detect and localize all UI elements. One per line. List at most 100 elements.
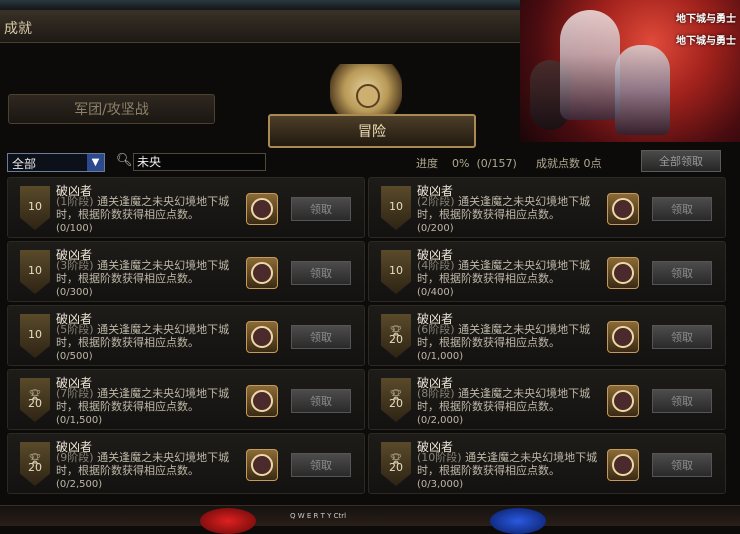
achievement-stage: (6阶段)	[417, 323, 455, 336]
achievement-progress: (0/1,000)	[417, 351, 464, 362]
achievement-progress: (0/2,000)	[417, 415, 464, 426]
tab-legion-siege[interactable]: 军团/攻坚战	[8, 94, 215, 124]
progress-percent: 0%	[452, 157, 470, 170]
claim-button[interactable]: 领取	[652, 197, 712, 221]
achievement-desc: (7阶段) 通关逢魔之未央幻境地下城时，根据阶数获得相应点数。	[56, 387, 246, 413]
reward-medal-icon[interactable]	[246, 193, 278, 225]
badge-points: 10	[28, 263, 42, 277]
promo-banner[interactable]: 地下城与勇士 地下城与勇士	[520, 0, 740, 142]
achievement-stage: (7阶段)	[56, 387, 94, 400]
achievement-card: 10 破凶者 (4阶段) 通关逢魔之未央幻境地下城时，根据阶数获得相应点数。 (0/4…	[368, 241, 726, 302]
badge-points: 10	[28, 327, 42, 341]
achievement-badge-icon: 10	[20, 250, 50, 294]
achievement-progress: (0/1,500)	[56, 415, 103, 426]
claim-button[interactable]: 领取	[652, 325, 712, 349]
reward-medal-icon[interactable]	[607, 193, 639, 225]
claim-button[interactable]: 领取	[291, 197, 351, 221]
achievement-desc: (9阶段) 通关逢魔之未央幻境地下城时，根据阶数获得相应点数。	[56, 451, 246, 477]
achievement-card: 10 破凶者 (2阶段) 通关逢魔之未央幻境地下城时，根据阶数获得相应点数。 (0/2…	[368, 177, 726, 238]
badge-points: 10	[28, 199, 42, 213]
achievement-card: 🏆︎ 20 破凶者 (9阶段) 通关逢魔之未央幻境地下城时，根据阶数获得相应点数。 (0…	[7, 433, 365, 494]
achievement-progress: (0/200)	[417, 223, 454, 234]
achievement-desc: (6阶段) 通关逢魔之未央幻境地下城时，根据阶数获得相应点数。	[417, 323, 607, 349]
achievement-progress: (0/500)	[56, 351, 93, 362]
progress-count: (0/157)	[476, 157, 517, 170]
claim-button[interactable]: 领取	[291, 453, 351, 477]
reward-medal-icon[interactable]	[246, 321, 278, 353]
achievement-progress: (0/3,000)	[417, 479, 464, 490]
banner-figure-icon	[560, 10, 620, 120]
window-titlebar: 成就	[0, 10, 520, 43]
achievement-card: 🏆︎ 20 破凶者 (7阶段) 通关逢魔之未央幻境地下城时，根据阶数获得相应点数。 (0…	[7, 369, 365, 430]
achievement-badge-icon: 10	[381, 186, 411, 230]
hotkey-labels: Q W E R T Y Ctrl	[290, 512, 347, 520]
claim-button[interactable]: 领取	[291, 389, 351, 413]
achievement-card: 🏆︎ 20 破凶者 (8阶段) 通关逢魔之未央幻境地下城时，根据阶数获得相应点数。 (0…	[368, 369, 726, 430]
category-select[interactable]: 全部 ▼	[7, 153, 105, 172]
game-logo: 地下城与勇士	[676, 36, 736, 47]
window-title: 成就	[4, 21, 32, 37]
badge-points: 20	[389, 396, 403, 410]
achievement-stage: (1阶段)	[56, 195, 94, 208]
banner-figure-icon	[615, 45, 670, 135]
achievement-progress: (0/300)	[56, 287, 93, 298]
search-input[interactable]: 未央	[133, 153, 266, 171]
achievement-badge-icon: 10	[20, 186, 50, 230]
claim-button[interactable]: 领取	[652, 389, 712, 413]
points-text: 成就点数 0点	[536, 155, 602, 171]
achievement-desc: (10阶段) 通关逢魔之未央幻境地下城时，根据阶数获得相应点数。	[417, 451, 607, 477]
reward-medal-icon[interactable]	[246, 449, 278, 481]
reward-medal-icon[interactable]	[246, 385, 278, 417]
claim-button[interactable]: 领取	[652, 261, 712, 285]
reward-medal-icon[interactable]	[607, 321, 639, 353]
chevron-down-icon[interactable]: ▼	[87, 154, 104, 171]
tab-adventure[interactable]: 冒险	[268, 114, 476, 148]
game-hotbar: Q W E R T Y Ctrl	[0, 505, 740, 534]
achievement-desc: (5阶段) 通关逢魔之未央幻境地下城时，根据阶数获得相应点数。	[56, 323, 246, 349]
achievement-progress: (0/400)	[417, 287, 454, 298]
points-label: 成就点数	[536, 157, 580, 170]
badge-points: 20	[389, 460, 403, 474]
game-logo: 地下城与勇士	[676, 14, 736, 25]
achievement-stage: (10阶段)	[417, 451, 462, 464]
claim-all-button[interactable]: 全部领取	[641, 150, 721, 172]
achievement-progress: (0/100)	[56, 223, 93, 234]
claim-button[interactable]: 领取	[291, 325, 351, 349]
mp-orb-icon	[490, 508, 546, 534]
achievement-badge-icon: 🏆︎ 20	[381, 314, 411, 358]
progress-label: 进度	[416, 157, 438, 170]
achievement-badge-icon: 🏆︎ 20	[20, 378, 50, 422]
search-icon: 🔍︎	[116, 153, 133, 168]
achievement-badge-icon: 10	[20, 314, 50, 358]
claim-button[interactable]: 领取	[291, 261, 351, 285]
reward-medal-icon[interactable]	[607, 385, 639, 417]
achievement-card: 10 破凶者 (3阶段) 通关逢魔之未央幻境地下城时，根据阶数获得相应点数。 (0/3…	[7, 241, 365, 302]
achievement-stage: (3阶段)	[56, 259, 94, 272]
achievement-desc: (1阶段) 通关逢魔之未央幻境地下城时，根据阶数获得相应点数。	[56, 195, 246, 221]
reward-medal-icon[interactable]	[607, 449, 639, 481]
badge-points: 10	[389, 263, 403, 277]
achievement-badge-icon: 🏆︎ 20	[381, 442, 411, 486]
badge-points: 20	[28, 396, 42, 410]
filter-toolbar: 全部 ▼ 🔍︎ 未央 进度 0% (0/157) 成就点数 0点 全部领取	[0, 150, 740, 174]
achievement-badge-icon: 🏆︎ 20	[381, 378, 411, 422]
achievement-badge-icon: 🏆︎ 20	[20, 442, 50, 486]
reward-medal-icon[interactable]	[607, 257, 639, 289]
achievement-card: 10 破凶者 (1阶段) 通关逢魔之未央幻境地下城时，根据阶数获得相应点数。 (0/1…	[7, 177, 365, 238]
achievement-desc: (8阶段) 通关逢魔之未央幻境地下城时，根据阶数获得相应点数。	[417, 387, 607, 413]
achievement-stage: (2阶段)	[417, 195, 455, 208]
achievement-card: 🏆︎ 20 破凶者 (10阶段) 通关逢魔之未央幻境地下城时，根据阶数获得相应点数。(…	[368, 433, 726, 494]
achievement-stage: (5阶段)	[56, 323, 94, 336]
achievement-stage: (8阶段)	[417, 387, 455, 400]
achievement-badge-icon: 10	[381, 250, 411, 294]
points-value: 0点	[583, 157, 602, 170]
hp-orb-icon	[200, 508, 256, 534]
progress-text: 进度 0% (0/157)	[416, 155, 517, 171]
achievement-stage: (4阶段)	[417, 259, 455, 272]
achievement-progress: (0/2,500)	[56, 479, 103, 490]
achievement-card: 🏆︎ 20 破凶者 (6阶段) 通关逢魔之未央幻境地下城时，根据阶数获得相应点数。 (0…	[368, 305, 726, 366]
reward-medal-icon[interactable]	[246, 257, 278, 289]
claim-button[interactable]: 领取	[652, 453, 712, 477]
achievement-desc: (3阶段) 通关逢魔之未央幻境地下城时，根据阶数获得相应点数。	[56, 259, 246, 285]
badge-points: 20	[389, 332, 403, 346]
